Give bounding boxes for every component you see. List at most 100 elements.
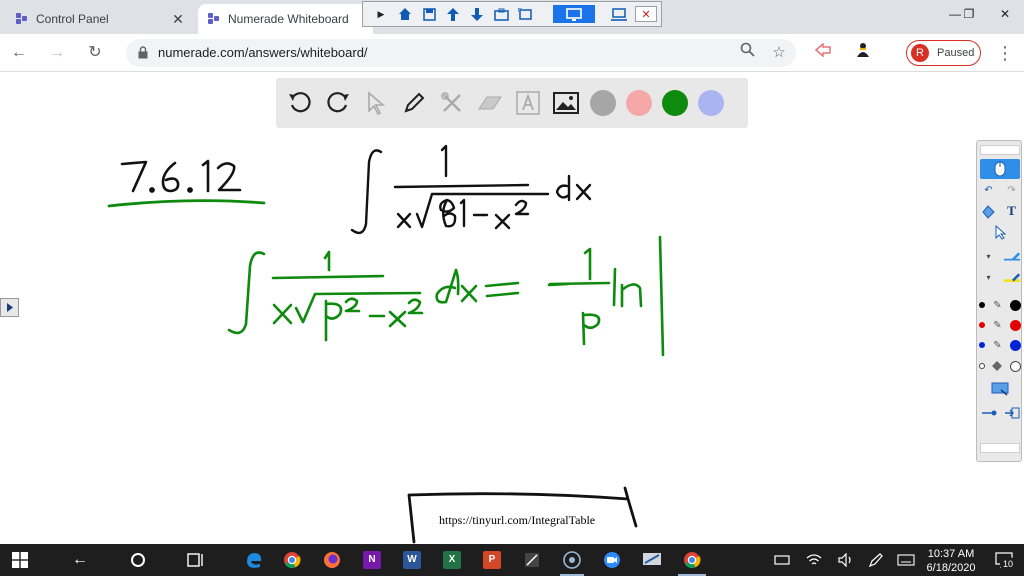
chrome-active-taskbar-icon[interactable] bbox=[680, 548, 704, 572]
task-view-icon[interactable] bbox=[184, 548, 208, 572]
recorder-icon[interactable] bbox=[560, 548, 584, 572]
address-bar[interactable]: numerade.com/answers/whiteboard/ ☆ bbox=[126, 39, 796, 67]
word-icon[interactable]: W bbox=[400, 548, 424, 572]
panel-row-highlighter: ▾ bbox=[977, 268, 1023, 286]
numerade-favicon-icon bbox=[16, 13, 28, 25]
volume-icon[interactable] bbox=[834, 548, 858, 572]
keyboard-icon[interactable] bbox=[894, 548, 918, 572]
back-icon[interactable]: ← bbox=[8, 42, 30, 64]
formula-integral bbox=[227, 235, 665, 357]
edge-browser-icon[interactable] bbox=[242, 548, 266, 572]
fill-diamond-icon[interactable] bbox=[988, 358, 1006, 374]
cortana-search-icon[interactable] bbox=[126, 548, 150, 572]
clock-time[interactable]: 10:37 AM bbox=[922, 548, 980, 560]
reload-icon[interactable]: ↻ bbox=[84, 42, 106, 64]
panel-row-text: T bbox=[977, 202, 1023, 220]
blue-small-dot[interactable] bbox=[978, 342, 985, 348]
panel-row-attach bbox=[977, 404, 1023, 422]
panel-grip-bottom bbox=[980, 443, 1020, 453]
powerpoint-icon[interactable]: P bbox=[480, 548, 504, 572]
panel-shapes-icon[interactable] bbox=[980, 203, 998, 219]
panel-row-black: ✎ bbox=[977, 296, 1023, 314]
onenote-icon[interactable]: N bbox=[360, 548, 384, 572]
numerade-favicon-icon bbox=[208, 13, 220, 25]
windows-taskbar: ← N W X P 10:37 AM 6/18/2020 10 bbox=[0, 544, 1024, 576]
profile-button[interactable]: R Paused bbox=[906, 40, 981, 66]
black-color-swatch[interactable] bbox=[1010, 299, 1022, 311]
black-small-dot[interactable] bbox=[978, 302, 985, 308]
whiteboard-canvas[interactable]: https://tinyurl.com/IntegralTable ↶ ↷ T bbox=[0, 72, 1024, 544]
blue-color-swatch[interactable] bbox=[1010, 339, 1022, 351]
taskbar-back-icon[interactable]: ← bbox=[68, 548, 92, 572]
more-options-icon[interactable]: ⋮ bbox=[994, 42, 1016, 64]
panel-row-pointer bbox=[977, 223, 1023, 241]
highlighter-dropdown-icon[interactable]: ▾ bbox=[980, 269, 998, 285]
pen-dropdown-icon[interactable]: ▾ bbox=[980, 248, 998, 264]
bookmark-star-icon[interactable]: ☆ bbox=[768, 42, 790, 64]
save-icon[interactable] bbox=[419, 5, 439, 23]
extension-user-icon[interactable] bbox=[852, 42, 874, 64]
panel-row-mouse bbox=[977, 160, 1023, 178]
pen-workspace-icon[interactable] bbox=[864, 548, 888, 572]
zoom-icon[interactable] bbox=[736, 42, 758, 64]
avatar: R bbox=[911, 44, 929, 62]
panel-grip bbox=[980, 145, 1020, 155]
notification-count-badge: 10 bbox=[1000, 557, 1016, 571]
red-color-swatch[interactable] bbox=[1010, 319, 1022, 331]
chrome-taskbar-icon[interactable] bbox=[280, 548, 304, 572]
tab-control-panel[interactable]: Control Panel ✕ bbox=[6, 4, 196, 34]
mouse-icon[interactable] bbox=[991, 161, 1009, 177]
tab-label: Control Panel bbox=[36, 12, 109, 26]
monitor-icon[interactable] bbox=[553, 5, 595, 23]
panel-row-red: ✎ bbox=[977, 316, 1023, 334]
toolbox-icon[interactable] bbox=[491, 5, 511, 23]
panel-pointer-icon[interactable] bbox=[991, 224, 1009, 240]
screenshot-icon[interactable] bbox=[515, 5, 535, 23]
forward-icon[interactable]: → bbox=[46, 42, 68, 64]
zoom-app-icon[interactable] bbox=[600, 548, 624, 572]
integral-table-link[interactable]: https://tinyurl.com/IntegralTable bbox=[439, 513, 595, 528]
remote-close-icon[interactable]: ✕ bbox=[635, 6, 657, 22]
tab-close-icon[interactable]: ✕ bbox=[170, 11, 186, 28]
extension-icon[interactable] bbox=[812, 42, 834, 64]
blue-pen-icon[interactable]: ✎ bbox=[988, 337, 1006, 353]
onenote-letter: N bbox=[363, 551, 381, 569]
connector-icon[interactable] bbox=[980, 405, 998, 421]
problem-number bbox=[120, 159, 242, 193]
panel-redo-icon[interactable]: ↷ bbox=[1003, 182, 1021, 198]
display-icon[interactable] bbox=[609, 5, 629, 23]
tray-device-icon[interactable] bbox=[770, 548, 794, 572]
red-small-dot[interactable] bbox=[978, 322, 985, 328]
excel-icon[interactable]: X bbox=[440, 548, 464, 572]
firefox-icon[interactable] bbox=[320, 548, 344, 572]
white-color-swatch[interactable] bbox=[1010, 360, 1022, 372]
red-pen-icon[interactable]: ✎ bbox=[988, 317, 1006, 333]
black-pen-icon[interactable]: ✎ bbox=[988, 297, 1006, 313]
home-icon[interactable] bbox=[395, 5, 415, 23]
play-icon[interactable]: ▶ bbox=[371, 5, 391, 23]
wifi-icon[interactable] bbox=[802, 548, 826, 572]
remote-session-toolbar: ▶ ✕ bbox=[362, 1, 662, 27]
start-windows-icon[interactable] bbox=[8, 548, 32, 572]
screen-capture-icon[interactable] bbox=[991, 381, 1009, 397]
profile-status: Paused bbox=[937, 47, 975, 59]
panel-undo-icon[interactable]: ↶ bbox=[980, 182, 998, 198]
close-window-button[interactable]: ✕ bbox=[982, 4, 1024, 24]
arrow-down-icon[interactable] bbox=[467, 5, 487, 23]
white-small-dot[interactable] bbox=[978, 363, 985, 369]
powerpoint-letter: P bbox=[483, 551, 501, 569]
clock-date[interactable]: 6/18/2020 bbox=[922, 562, 980, 574]
arrow-up-icon[interactable] bbox=[443, 5, 463, 23]
sticky-app-icon[interactable] bbox=[520, 548, 544, 572]
panel-row-white bbox=[977, 357, 1023, 375]
remote-desktop-icon[interactable] bbox=[640, 548, 664, 572]
tab-numerade-whiteboard[interactable]: Numerade Whiteboard bbox=[198, 4, 373, 34]
problem-integral bbox=[350, 144, 592, 235]
panel-highlighter-icon[interactable] bbox=[1003, 269, 1021, 285]
panel-text-icon[interactable]: T bbox=[1003, 203, 1021, 219]
browser-toolbar: ← → ↻ numerade.com/answers/whiteboard/ ☆… bbox=[0, 34, 1024, 72]
panel-pen-icon[interactable] bbox=[1003, 248, 1021, 264]
tab-label: Numerade Whiteboard bbox=[228, 12, 349, 26]
expand-left-panel-button[interactable] bbox=[0, 298, 19, 317]
import-icon[interactable] bbox=[1003, 405, 1021, 421]
